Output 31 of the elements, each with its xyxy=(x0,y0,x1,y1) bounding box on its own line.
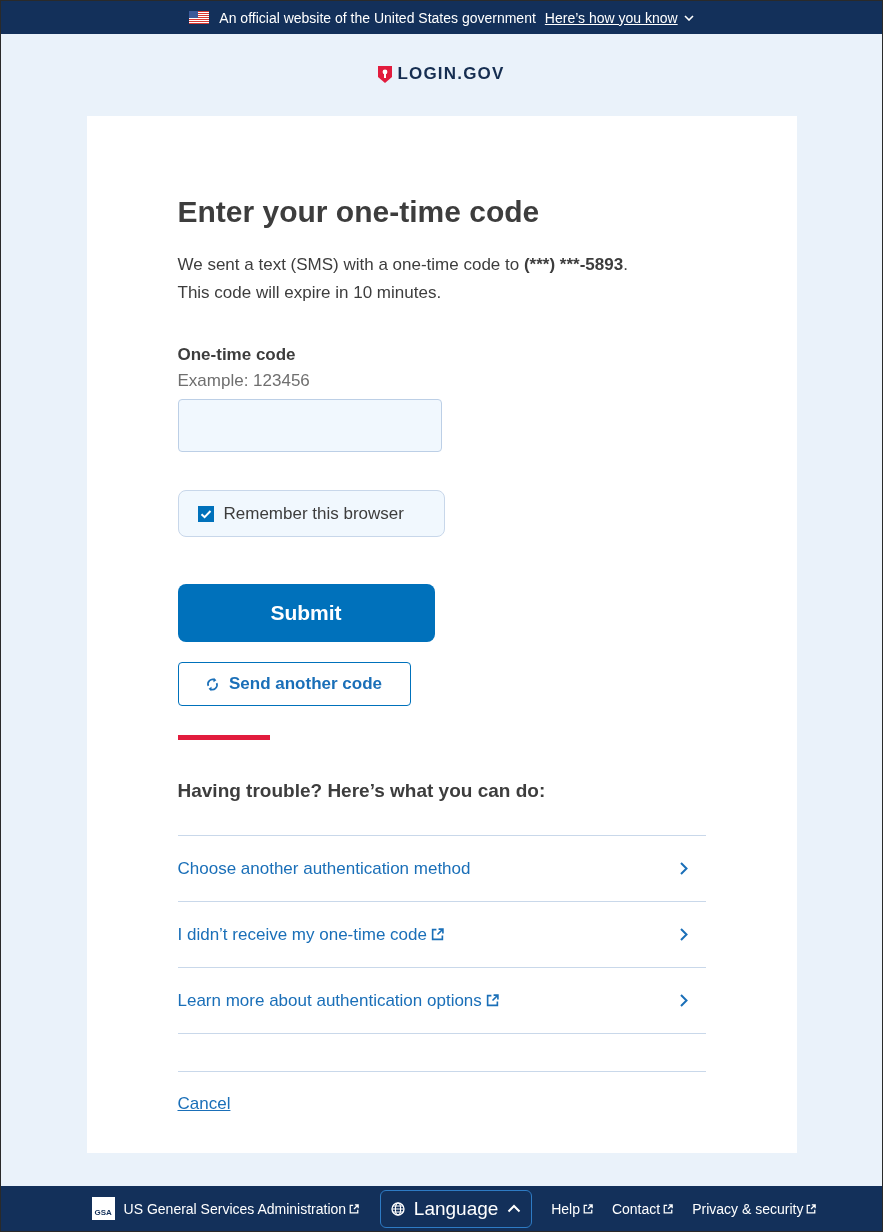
language-button[interactable]: Language xyxy=(380,1189,533,1228)
flag-icon xyxy=(189,11,210,24)
option-link[interactable]: Choose another authentication method xyxy=(177,836,706,902)
how-you-know-link[interactable]: Here’s how you know xyxy=(544,9,694,26)
field-hint: Example: 123456 xyxy=(177,370,310,392)
chevron-down-icon xyxy=(683,14,694,21)
code-input[interactable] xyxy=(177,399,442,452)
page-heading: Enter your one-time code xyxy=(177,194,540,230)
cancel-link[interactable]: Cancel xyxy=(177,1092,231,1116)
shield-icon xyxy=(378,65,393,83)
resend-button[interactable]: Send another code xyxy=(177,662,411,706)
footer-link[interactable]: Privacy & security xyxy=(692,1200,817,1217)
option-link[interactable]: Learn more about authentication options xyxy=(177,968,706,1034)
gsa-logo: GSA xyxy=(91,1197,115,1220)
footer-link[interactable]: Help xyxy=(551,1200,593,1217)
logo-text: LOGIN.GOV xyxy=(397,64,505,84)
chevron-right-icon xyxy=(679,928,688,941)
field-label: One-time code xyxy=(177,344,296,366)
chevron-right-icon xyxy=(679,862,688,875)
globe-icon xyxy=(390,1201,405,1216)
submit-button[interactable]: Submit xyxy=(177,584,435,642)
remember-checkbox[interactable]: Remember this browser xyxy=(177,490,445,537)
chevron-right-icon xyxy=(679,994,688,1007)
refresh-icon xyxy=(206,676,219,692)
caret-up-icon xyxy=(507,1204,522,1213)
intro-text: We sent a text (SMS) with a one-time code to (***) ***-5893. This code will expire in 10 minutes. xyxy=(177,254,629,304)
option-link[interactable]: I didn’t receive my one-time code xyxy=(177,902,706,968)
banner-text: An official website of the United States government xyxy=(219,9,536,26)
footer-link[interactable]: Contact xyxy=(611,1200,674,1217)
agency-link[interactable]: US General Services Administration xyxy=(123,1200,360,1217)
trouble-heading: Having trouble? Here’s what you can do: xyxy=(177,779,546,803)
